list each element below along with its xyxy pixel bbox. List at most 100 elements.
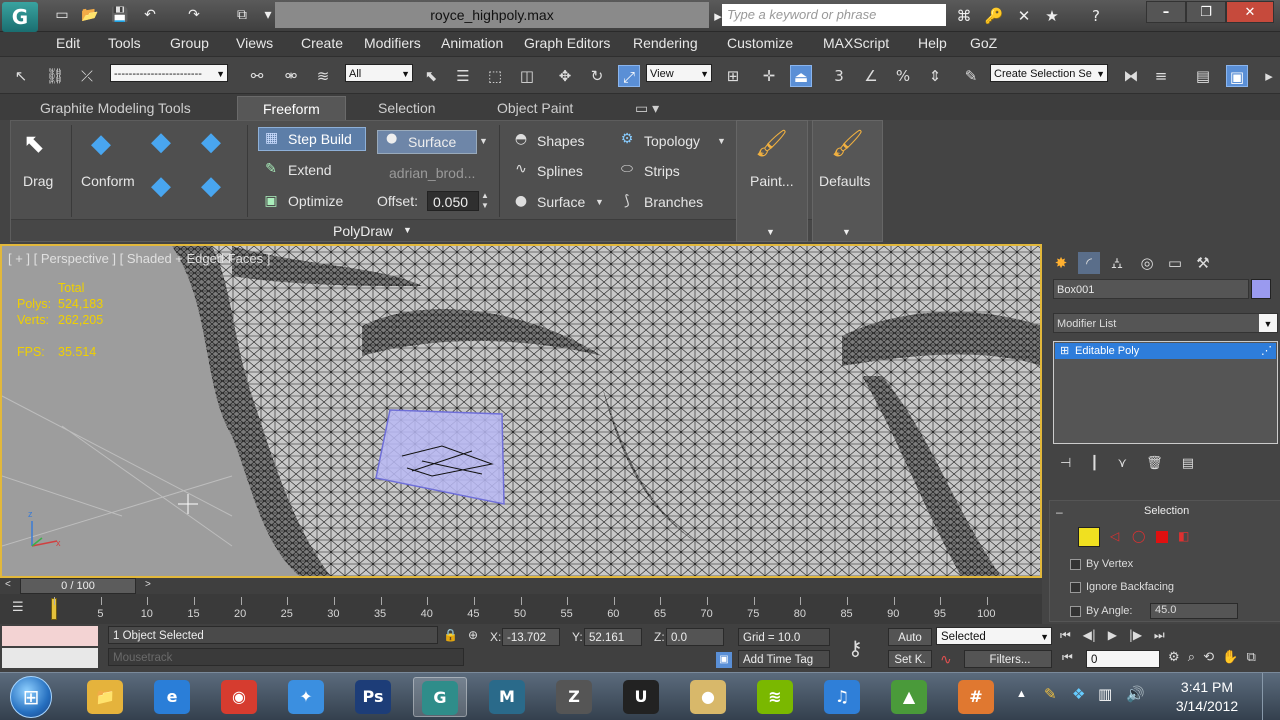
surface-draw-icon[interactable]: ● xyxy=(511,193,531,209)
current-frame-field[interactable]: 0 xyxy=(1086,650,1160,668)
mirror-icon[interactable]: ⧓ xyxy=(1120,65,1142,87)
binoculars-icon[interactable]: ⌘ xyxy=(954,6,974,26)
menu-group[interactable]: Group xyxy=(170,35,209,51)
x-coordinate-field[interactable]: -13.702 xyxy=(502,628,560,646)
modifier-list-dropdown[interactable]: Modifier List ▼ xyxy=(1053,313,1278,333)
taskbar-app-slack[interactable]: # xyxy=(949,677,1003,717)
y-coordinate-field[interactable]: 52.161 xyxy=(584,628,642,646)
pin-stack-icon[interactable]: ⊣ xyxy=(1060,456,1071,471)
track-bar[interactable]: ☰ 5 10 15 20 25 30 35 40 45 50 55 60 65 70 75 80 85 90 95 1… xyxy=(0,594,1042,624)
dropbox-icon[interactable]: ❖ xyxy=(1072,685,1085,703)
conform-icon[interactable]: ◆ xyxy=(91,129,111,159)
surface-dropdown-arrow-icon[interactable]: ▼ xyxy=(479,136,488,146)
system-clock[interactable]: 3:41 PM 3/14/2012 xyxy=(1168,678,1246,716)
add-time-tag-button[interactable]: Add Time Tag xyxy=(738,650,830,668)
go-to-start-icon[interactable]: ⏮ xyxy=(1060,628,1071,642)
surface-draw-arrow-icon[interactable]: ▼ xyxy=(595,197,604,207)
branches-button[interactable]: Branches xyxy=(644,194,703,210)
defaults-button[interactable]: Defaults xyxy=(819,173,870,189)
select-object-icon[interactable]: ⬉ xyxy=(420,65,442,87)
vertex-mode-button[interactable] xyxy=(1078,527,1100,547)
perspective-viewport[interactable]: [ + ] [ Perspective ] [ Shaded + Edged F… xyxy=(0,244,1042,578)
strips-button[interactable]: Strips xyxy=(644,163,680,179)
minimize-button[interactable]: – xyxy=(1146,1,1186,23)
maxscript-output-mini[interactable] xyxy=(2,648,98,668)
modifier-stack[interactable]: ⊞ Editable Poly ⋰ xyxy=(1053,341,1278,444)
ignore-backfacing-checkbox[interactable] xyxy=(1070,582,1081,593)
object-name-field[interactable]: Box001 xyxy=(1053,279,1249,299)
branches-icon[interactable]: ⟆ xyxy=(617,193,637,209)
strips-icon[interactable]: ⬭ xyxy=(617,161,637,177)
app-menu-button[interactable]: G xyxy=(2,2,38,32)
by-angle-input[interactable]: 45.0 xyxy=(1150,603,1238,619)
taskbar-app-network-map[interactable]: ▲ xyxy=(882,677,936,717)
taskbar-app-pidgin[interactable]: ● xyxy=(681,677,735,717)
angle-snap-icon[interactable]: ∠ xyxy=(860,65,882,87)
offset-input[interactable]: 0.050 xyxy=(427,191,479,211)
collapse-rollout-icon[interactable]: – xyxy=(1056,505,1063,519)
paint-expand-icon[interactable]: ▼ xyxy=(766,227,775,237)
optimize-icon[interactable]: ▣ xyxy=(261,193,281,209)
taskbar-app-spotify[interactable]: ≋ xyxy=(748,677,802,717)
set-key-button[interactable]: Set K. xyxy=(888,650,932,668)
previous-key-icon[interactable]: ◀| xyxy=(1083,628,1096,642)
taskbar-app-3ds-max[interactable]: G xyxy=(413,677,467,717)
edge-mode-icon[interactable]: ◁ xyxy=(1110,529,1119,543)
offset-spinner[interactable]: ▲ ▼ xyxy=(481,191,489,211)
defaults-brush-icon[interactable]: 🖌 xyxy=(831,129,864,159)
menu-create[interactable]: Create xyxy=(301,35,343,51)
show-end-result-icon[interactable]: ┃ xyxy=(1090,456,1098,471)
next-frame-icon[interactable]: > xyxy=(145,579,151,590)
open-file-icon[interactable]: 📂 xyxy=(80,6,100,24)
tab-selection[interactable]: Selection xyxy=(378,100,436,116)
zoom-icon[interactable]: ⌕ xyxy=(1188,650,1195,665)
curve-editor-icon[interactable]: ▸ xyxy=(1258,65,1280,87)
maximize-viewport-icon[interactable]: ⧉ xyxy=(1247,650,1256,665)
set-key-icon[interactable]: ⚷ xyxy=(848,636,863,660)
show-desktop-button[interactable] xyxy=(1262,673,1280,720)
subscription-icon[interactable]: 🔑 xyxy=(984,6,1004,26)
graphite-toggle-icon[interactable]: ▣ xyxy=(1226,65,1248,87)
menu-rendering[interactable]: Rendering xyxy=(633,35,698,51)
menu-goz[interactable]: GoZ xyxy=(970,35,997,51)
line-style-dropdown[interactable]: ------------------------ ▼ xyxy=(110,64,228,82)
maximize-button[interactable]: ❐ xyxy=(1186,1,1226,23)
play-icon[interactable]: ▶ xyxy=(1108,628,1117,642)
filters-button[interactable]: Filters... xyxy=(964,650,1052,668)
snap-toggle-icon[interactable]: 3 xyxy=(828,65,850,87)
menu-maxscript[interactable]: MAXScript xyxy=(823,35,889,51)
start-button[interactable]: ⊞ xyxy=(10,676,52,718)
polygon-mode-button[interactable] xyxy=(1156,531,1168,543)
tab-object-paint[interactable]: Object Paint xyxy=(497,100,573,116)
shapes-button[interactable]: Shapes xyxy=(537,133,584,149)
defaults-expand-icon[interactable]: ▼ xyxy=(842,227,851,237)
rectangular-selection-icon[interactable]: ⬚ xyxy=(484,65,506,87)
select-link-icon[interactable]: ⚯ xyxy=(246,65,268,87)
network-icon[interactable]: ▥ xyxy=(1098,685,1112,703)
taskbar-app-zbrush[interactable]: Z xyxy=(547,677,601,717)
by-vertex-checkbox[interactable] xyxy=(1070,559,1081,570)
taskbar-app-maya[interactable]: M xyxy=(480,677,534,717)
layer-manager-icon[interactable]: ▤ xyxy=(1192,65,1214,87)
conform-move-icon[interactable]: ◆ xyxy=(151,127,171,157)
absolute-mode-icon[interactable]: ⊕ xyxy=(468,628,478,642)
volume-icon[interactable]: 🔊 xyxy=(1126,685,1145,703)
search-input[interactable]: Type a keyword or phrase xyxy=(722,4,946,26)
expand-plus-icon[interactable]: ⊞ xyxy=(1060,343,1069,359)
paint-brush-icon[interactable]: 🖌 xyxy=(755,129,788,159)
bind-space-warp-icon[interactable]: ≋ xyxy=(312,65,334,87)
make-unique-icon[interactable]: ⋎ xyxy=(1117,456,1127,471)
taskbar-app-itunes[interactable]: ♫ xyxy=(815,677,869,717)
drag-label[interactable]: Drag xyxy=(23,173,53,189)
conform-label[interactable]: Conform xyxy=(81,173,135,189)
menu-animation[interactable]: Animation xyxy=(441,35,503,51)
extend-icon[interactable]: ✎ xyxy=(261,161,281,177)
taskbar-app-chrome[interactable]: ◉ xyxy=(212,677,266,717)
menu-graph-editors[interactable]: Graph Editors xyxy=(524,35,610,51)
time-tag-icon[interactable]: ▣ xyxy=(716,652,732,668)
select-by-name-icon[interactable]: ☰ xyxy=(452,65,474,87)
topology-icon[interactable]: ⚙ xyxy=(617,131,637,147)
optimize-button[interactable]: Optimize xyxy=(288,193,343,209)
utilities-tab-icon[interactable]: ⚒ xyxy=(1192,252,1214,274)
menu-customize[interactable]: Customize xyxy=(727,35,793,51)
